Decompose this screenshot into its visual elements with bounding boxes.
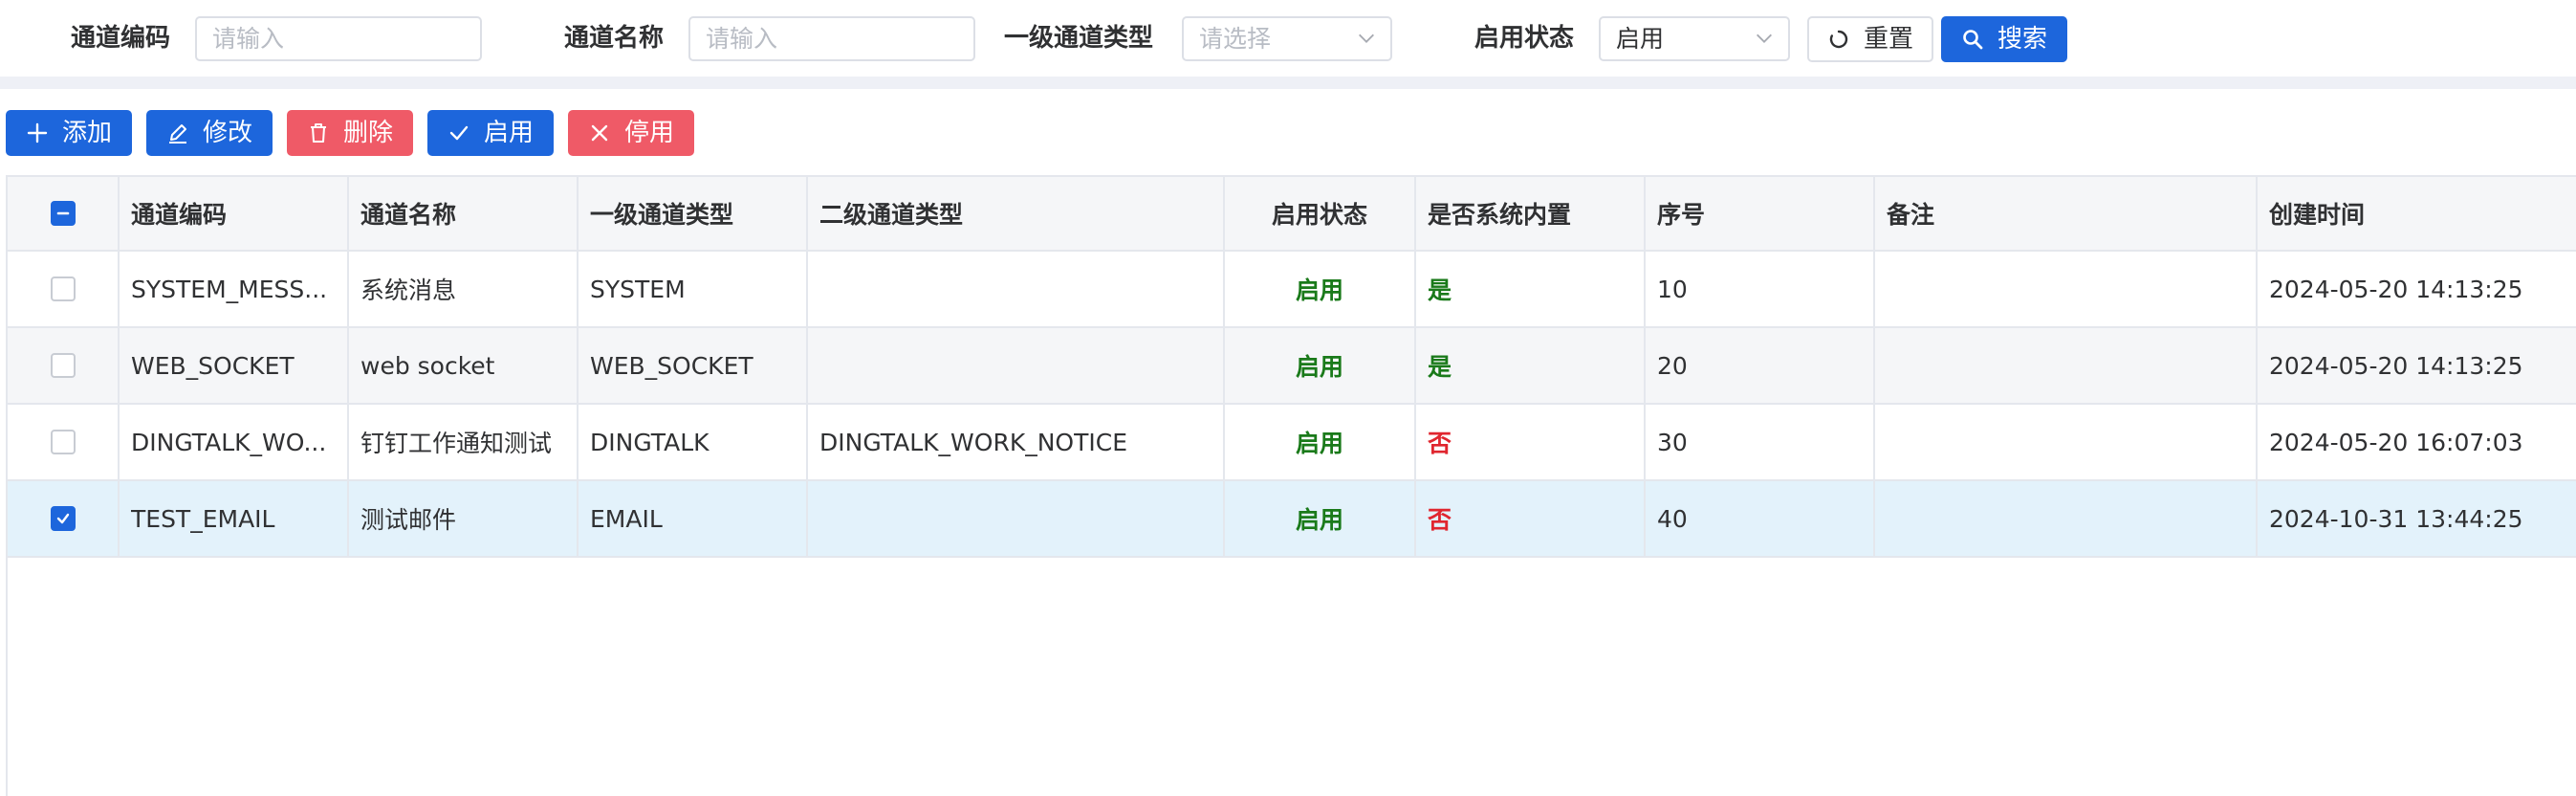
indeterminate-icon <box>56 211 69 215</box>
cell-code: DINGTALK_WO... <box>120 405 349 479</box>
cell-name: 测试邮件 <box>349 481 579 556</box>
check-icon <box>449 125 469 141</box>
cell-created: 2024-10-31 13:44:25 <box>2269 504 2523 533</box>
chevron-down-icon <box>1757 33 1772 43</box>
channel-code-input[interactable] <box>195 16 482 61</box>
trash-icon <box>310 123 326 143</box>
enable-button-label: 启用 <box>483 119 534 147</box>
table-row[interactable]: SYSTEM_MESS... 系统消息 SYSTEM 启用 是 10 2024-… <box>8 252 2576 328</box>
cell-type2 <box>808 252 1225 326</box>
cell-builtin: 是 <box>1416 328 1646 403</box>
table-row[interactable]: DINGTALK_WO... 钉钉工作通知测试 DINGTALK DINGTAL… <box>8 405 2576 481</box>
row-checkbox[interactable] <box>50 430 76 454</box>
channel-table: 通道编码 通道名称 一级通道类型 二级通道类型 启用状态 是否系统内置 序号 备… <box>6 175 2576 796</box>
cell-created: 2024-05-20 16:07:03 <box>2269 428 2523 456</box>
cell-name: web socket <box>349 328 579 403</box>
search-button[interactable]: 搜索 <box>1941 16 2067 62</box>
cell-builtin: 是 <box>1416 252 1646 326</box>
cell-type1: WEB_SOCKET <box>579 328 808 403</box>
column-header-created[interactable]: 创建时间 <box>2258 177 2576 250</box>
row-select-cell <box>8 481 120 556</box>
row-select-cell <box>8 405 120 479</box>
cell-status: 启用 <box>1225 252 1416 326</box>
cell-type1: DINGTALK <box>579 405 808 479</box>
table-row[interactable]: WEB_SOCKET web socket WEB_SOCKET 启用 是 20… <box>8 328 2576 405</box>
column-header-type2[interactable]: 二级通道类型 <box>808 177 1225 250</box>
cell-type2 <box>808 481 1225 556</box>
column-header-name[interactable]: 通道名称 <box>349 177 579 250</box>
type1-select-placeholder: 请选择 <box>1199 25 1272 53</box>
pencil-icon <box>168 124 186 144</box>
plus-icon <box>27 122 48 144</box>
status-label: 启用状态 <box>1474 24 1575 53</box>
column-header-type1[interactable]: 一级通道类型 <box>579 177 808 250</box>
cell-type2: DINGTALK_WORK_NOTICE <box>808 405 1225 479</box>
edit-button[interactable]: 修改 <box>146 110 273 156</box>
type1-label: 一级通道类型 <box>1004 24 1154 53</box>
channel-code-label: 通道编码 <box>71 24 171 53</box>
select-all-checkbox[interactable] <box>50 201 76 226</box>
row-select-cell <box>8 252 120 326</box>
column-header-sort[interactable]: 序号 <box>1646 177 1875 250</box>
cell-code: TEST_EMAIL <box>120 481 349 556</box>
status-select-value: 启用 <box>1616 25 1665 53</box>
row-select-cell <box>8 328 120 403</box>
chevron-down-icon <box>1359 33 1374 43</box>
cell-status: 启用 <box>1225 328 1416 403</box>
cell-sort: 30 <box>1646 405 1875 479</box>
search-form: 通道编码 通道名称 一级通道类型 请选择 启用状态 启用 重置 搜索 <box>0 0 2576 77</box>
column-header-code[interactable]: 通道编码 <box>120 177 349 250</box>
cell-sort: 10 <box>1646 252 1875 326</box>
delete-button-label: 删除 <box>342 119 393 147</box>
row-checkbox[interactable] <box>50 353 76 378</box>
cell-status: 启用 <box>1225 405 1416 479</box>
section-divider <box>0 77 2576 89</box>
channel-name-label: 通道名称 <box>564 24 665 53</box>
cell-remark <box>1875 252 2258 326</box>
delete-button[interactable]: 删除 <box>287 110 413 156</box>
search-icon <box>1963 30 1983 50</box>
cell-builtin: 否 <box>1416 481 1646 556</box>
cell-builtin: 否 <box>1416 405 1646 479</box>
add-button-label: 添加 <box>61 119 112 147</box>
edit-button-label: 修改 <box>202 119 252 147</box>
header-select-all-cell <box>8 177 120 250</box>
row-checkbox[interactable] <box>50 276 76 301</box>
cell-code: WEB_SOCKET <box>120 328 349 403</box>
close-icon <box>591 124 608 142</box>
cell-remark <box>1875 405 2258 479</box>
cell-sort: 20 <box>1646 328 1875 403</box>
table-header-row: 通道编码 通道名称 一级通道类型 二级通道类型 启用状态 是否系统内置 序号 备… <box>8 177 2576 252</box>
cell-name: 系统消息 <box>349 252 579 326</box>
cell-code: SYSTEM_MESS... <box>120 252 349 326</box>
cell-sort: 40 <box>1646 481 1875 556</box>
reset-button-label: 重置 <box>1863 25 1913 54</box>
cell-type2 <box>808 328 1225 403</box>
channel-name-input[interactable] <box>688 16 975 61</box>
search-button-label: 搜索 <box>1997 25 2047 54</box>
cell-remark <box>1875 481 2258 556</box>
row-checkbox[interactable] <box>50 506 76 531</box>
disable-button[interactable]: 停用 <box>568 110 694 156</box>
disable-button-label: 停用 <box>623 119 674 147</box>
check-icon <box>56 513 69 524</box>
refresh-icon <box>1829 30 1848 49</box>
reset-button[interactable]: 重置 <box>1807 16 1933 62</box>
cell-remark <box>1875 328 2258 403</box>
column-header-remark[interactable]: 备注 <box>1875 177 2258 250</box>
table-row[interactable]: TEST_EMAIL 测试邮件 EMAIL 启用 否 40 2024-10-31… <box>8 481 2576 558</box>
column-header-status[interactable]: 启用状态 <box>1225 177 1416 250</box>
type1-select[interactable]: 请选择 <box>1182 16 1392 61</box>
cell-created: 2024-05-20 14:13:25 <box>2269 275 2523 303</box>
cell-created: 2024-05-20 14:13:25 <box>2269 351 2523 380</box>
cell-type1: EMAIL <box>579 481 808 556</box>
cell-name: 钉钉工作通知测试 <box>349 405 579 479</box>
cell-status: 启用 <box>1225 481 1416 556</box>
add-button[interactable]: 添加 <box>6 110 132 156</box>
cell-type1: SYSTEM <box>579 252 808 326</box>
enable-button[interactable]: 启用 <box>427 110 554 156</box>
column-header-builtin[interactable]: 是否系统内置 <box>1416 177 1646 250</box>
status-select[interactable]: 启用 <box>1599 16 1790 61</box>
